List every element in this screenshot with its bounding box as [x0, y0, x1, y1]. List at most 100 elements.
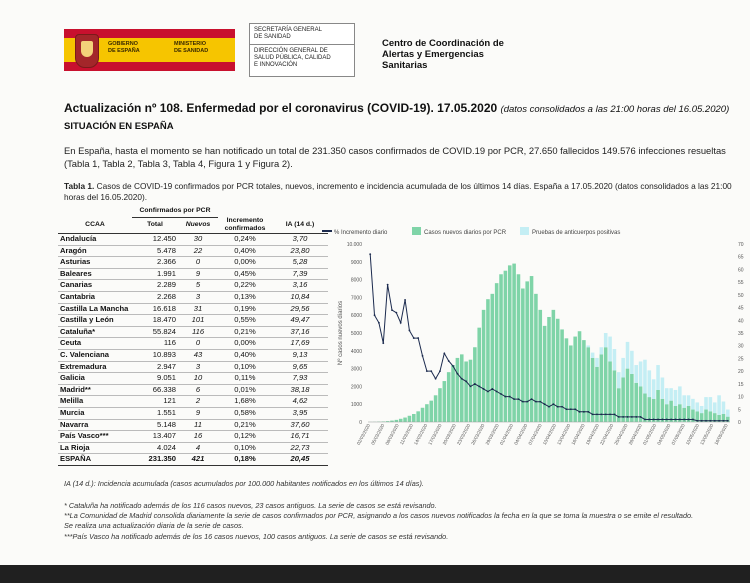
table-cell: Cantabria [58, 291, 132, 304]
table-cell: 6 [178, 384, 218, 397]
table-cell: 0 [178, 337, 218, 351]
pcr-bar [647, 397, 652, 422]
y2-tick-label: 0 [738, 420, 741, 426]
summary-paragraph: En España, hasta el momento se han notif… [64, 145, 726, 169]
table-cell: 0,01% [218, 384, 272, 397]
pct-increase-point [478, 385, 481, 388]
secretaria-label: SECRETARÍA GENERAL DE SANIDAD [254, 27, 322, 40]
table-row: Extremadura 2.947 3 0,10% 9,65 [58, 361, 328, 374]
screen-bottom-bar [0, 565, 750, 583]
pct-increase-point [521, 400, 524, 403]
pct-increase-point [644, 418, 646, 421]
table-cell: 9.051 [132, 372, 178, 385]
antibody-bar [673, 389, 678, 406]
pct-increase-point [517, 398, 520, 401]
pct-increase-point [652, 418, 655, 421]
pcr-bar [438, 388, 442, 422]
antibody-bar [699, 405, 704, 414]
pct-increase-point [700, 419, 703, 422]
y2-tick-label: 25 [738, 356, 744, 362]
y-tick-label: 7000 [351, 295, 362, 301]
antibody-bar [603, 333, 608, 348]
x-tick-label: 13/05/2020 [699, 423, 714, 446]
pct-increase-point [417, 337, 420, 339]
x-tick-label: 04/04/2020 [513, 423, 528, 446]
pct-increase-point [574, 408, 577, 411]
x-tick-label: 11/03/2020 [399, 423, 414, 446]
pct-increase-point [713, 419, 716, 422]
antibody-bar [717, 395, 721, 415]
pct-increase-point [425, 370, 428, 373]
footnote-ia: IA (14 d.): Incidencia acumulada (casos … [64, 479, 424, 488]
pct-increase-point [705, 419, 707, 422]
pct-increase-point [465, 380, 468, 383]
antibody-bar [621, 357, 625, 378]
gobierno-label: GOBIERNO DE ESPAÑA [108, 41, 140, 54]
pcr-bar [608, 361, 612, 422]
table-cell: Extremadura [58, 361, 132, 374]
table-cell: 11 [178, 419, 218, 432]
table-cell: Murcia [58, 407, 132, 420]
pct-increase-point [604, 413, 607, 416]
x-tick-label: 08/03/2020 [384, 423, 399, 446]
pct-increase-point [408, 329, 411, 332]
pcr-bar [542, 325, 547, 422]
table-cell: 2.268 [132, 291, 178, 304]
antibody-bar [712, 402, 717, 414]
antibody-bar [695, 402, 700, 412]
pct-increase-point [622, 416, 625, 418]
table-cell: 66.338 [132, 384, 178, 397]
legend-label: Pruebas de anticuerpos positivas [532, 230, 620, 236]
antibody-bar [678, 386, 682, 405]
pct-increase-point [391, 309, 393, 312]
pct-increase-point [539, 400, 542, 403]
table-cell: Andalucía [58, 233, 132, 246]
antibody-bar [704, 397, 708, 410]
x-tick-label: 16/05/2020 [713, 423, 728, 446]
table-cell: ESPAÑA [58, 453, 132, 466]
table-row: La Rioja 4.024 4 0,10% 22,73 [58, 442, 328, 455]
pct-increase-point [600, 413, 603, 416]
y2-tick-label: 10 [738, 395, 744, 401]
legend-swatch [520, 227, 529, 235]
pct-increase-point [439, 370, 441, 373]
pct-increase-point [526, 400, 529, 403]
pcr-bar [477, 327, 481, 422]
table-cell: 43 [178, 349, 218, 362]
table-cell: La Rioja [58, 442, 132, 455]
antibody-bar [638, 361, 643, 387]
pcr-bar [577, 331, 582, 422]
table-caption: Tabla 1. Casos de COVID-19 confirmados p… [64, 181, 732, 202]
table-cell: Cataluña* [58, 326, 132, 339]
pcr-bar [446, 372, 451, 422]
pct-increase-point [561, 405, 563, 408]
table-cell: 0,00% [218, 337, 272, 351]
antibody-bar [630, 350, 634, 374]
pcr-bar [464, 361, 468, 422]
table-row: Cantabria 2.268 3 0,13% 10,84 [58, 291, 328, 304]
table-cell: Castilla La Mancha [58, 303, 132, 316]
pcr-bar [455, 357, 460, 422]
pcr-bar [433, 395, 438, 422]
x-tick-label: 13/04/2020 [556, 423, 571, 446]
table-cell: 0,13% [218, 291, 272, 304]
pct-increase-point [670, 418, 673, 421]
x-tick-label: 22/04/2020 [599, 423, 614, 446]
pcr-bar [481, 309, 486, 422]
pcr-bar [468, 359, 473, 422]
secretaria-box: SECRETARÍA GENERAL DE SANIDAD DIRECCIÓN G… [249, 23, 355, 77]
y2-tick-label: 40 [738, 318, 744, 324]
table-row: C. Valenciana 10.893 43 0,40% 9,13 [58, 349, 328, 362]
table-cell: 0,11% [218, 372, 272, 385]
x-tick-label: 02/03/2020 [356, 423, 371, 446]
antibody-bar [608, 336, 612, 362]
pcr-bar [490, 293, 495, 422]
pct-increase-point [591, 413, 594, 416]
pct-increase-point [565, 408, 568, 411]
direccion-label: DIRECCIÓN GENERAL DE SALUD PÚBLICA, CALID… [254, 48, 331, 68]
spain-flag-logo: GOBIERNO DE ESPAÑA MINISTERIO DE SANIDAD [64, 29, 235, 71]
table-row: Melilla 121 2 1,68% 4,62 [58, 395, 328, 408]
legend-label: % Incremento diario [334, 230, 388, 236]
table-cell: 0,12% [218, 430, 272, 443]
pcr-bar [656, 389, 660, 422]
